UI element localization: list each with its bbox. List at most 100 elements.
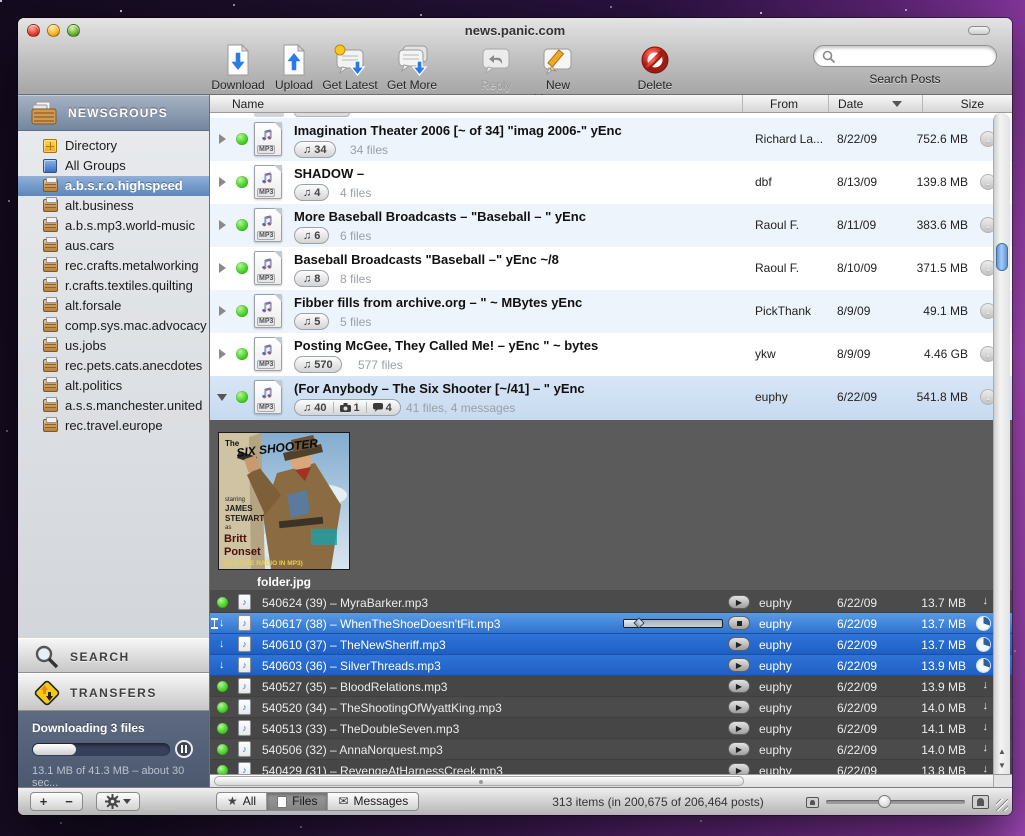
search-section-header[interactable]: SEARCH xyxy=(18,638,209,673)
sidebar: NEWSGROUPS Directory All Groups a.b.s.r.… xyxy=(18,95,210,787)
disclosure-triangle-icon[interactable] xyxy=(219,134,226,144)
downloading-progress-icon xyxy=(977,617,990,630)
thumbnail-size-slider[interactable] xyxy=(826,800,965,804)
sidebar-item-group[interactable]: rec.travel.europe xyxy=(18,416,209,436)
remove-group-button[interactable]: − xyxy=(56,792,83,811)
play-button[interactable]: ▶ xyxy=(728,658,750,672)
play-button[interactable]: ▶ xyxy=(728,763,750,774)
file-row[interactable]: ♪ 540624 (39) – MyraBarker.mp3 ▶ euphy 6… xyxy=(210,592,1012,613)
sidebar-item-group[interactable]: us.jobs xyxy=(18,336,209,356)
window-resize-grip[interactable] xyxy=(996,799,1008,811)
sidebar-item-group[interactable]: a.b.s.r.o.highspeed xyxy=(18,176,209,196)
add-group-button[interactable]: + xyxy=(30,792,57,811)
playback-progress-slider[interactable] xyxy=(623,619,723,628)
stop-button[interactable] xyxy=(728,616,750,630)
files-count-badge: 6 xyxy=(294,227,329,244)
download-file-icon[interactable]: ↓ xyxy=(983,679,989,691)
column-header-name[interactable]: Name xyxy=(232,97,264,111)
sidebar-item-group[interactable]: alt.forsale xyxy=(18,296,209,316)
sidebar-item-group[interactable]: alt.business xyxy=(18,196,209,216)
post-row[interactable]: ♫MP3 Imagination Theater 2006 [~ of 34] … xyxy=(210,118,1012,161)
get-more-button[interactable]: Get More xyxy=(374,43,450,92)
download-file-icon[interactable]: ↓ xyxy=(983,763,989,774)
sidebar-item-group[interactable]: comp.sys.mac.advocacy xyxy=(18,316,209,336)
search-input[interactable] xyxy=(813,45,997,67)
play-button[interactable]: ▶ xyxy=(728,637,750,651)
thumbnail-size-slider-thumb[interactable] xyxy=(878,795,891,808)
svg-text:as: as xyxy=(225,525,231,531)
horizontal-scrollbar-thumb[interactable] xyxy=(214,776,744,786)
get-more-icon xyxy=(374,43,450,76)
sidebar-item-group[interactable]: rec.pets.cats.anecdotes xyxy=(18,356,209,376)
scroll-up-arrow[interactable]: ▲ xyxy=(994,747,1010,756)
newsgroups-header[interactable]: NEWSGROUPS xyxy=(18,95,209,131)
tab-messages[interactable]: ✉Messages xyxy=(328,793,418,810)
download-file-icon[interactable]: ↓ xyxy=(983,595,989,607)
horizontal-scrollbar[interactable] xyxy=(210,774,993,787)
post-row[interactable]: ♫MP3 SHADOW – 4 4 files dbf 8/13/09 139.… xyxy=(210,161,1012,204)
scroll-down-arrow[interactable]: ▼ xyxy=(994,761,1010,770)
column-header-size[interactable]: Size xyxy=(961,97,984,111)
envelope-icon: ✉ xyxy=(338,793,348,810)
sidebar-item-group[interactable]: r.crafts.textiles.quilting xyxy=(18,276,209,296)
folder-jpg-thumbnail[interactable]: The SIX SHOOTER starring JAMES STEWART a… xyxy=(218,432,350,570)
post-row[interactable]: ♫MP3 More Baseball Broadcasts – "Basebal… xyxy=(210,204,1012,247)
disclosure-triangle-icon[interactable] xyxy=(219,263,226,273)
disclosure-triangle-icon[interactable] xyxy=(219,306,226,316)
file-row-downloading[interactable]: ↓ ♪ 540617 (38) – WhenTheShoeDoesn'tFit.… xyxy=(210,613,1012,634)
play-button[interactable]: ▶ xyxy=(728,742,750,756)
download-file-icon[interactable]: ↓ xyxy=(983,700,989,712)
sidebar-item-group[interactable]: alt.politics xyxy=(18,376,209,396)
tab-files[interactable]: Files xyxy=(267,793,328,810)
file-row[interactable]: ♪ 540429 (31) – RevengeAtHarnessCreek.mp… xyxy=(210,760,1012,774)
search-area: Search Posts xyxy=(813,45,997,86)
disclosure-triangle-icon[interactable] xyxy=(219,177,226,187)
app-window: news.panic.com Download Upload Get Lates… xyxy=(18,18,1012,815)
new-status-dot xyxy=(236,133,248,145)
post-row[interactable]: ♫MP3 Posting McGee, They Called Me! – yE… xyxy=(210,333,1012,376)
post-row[interactable]: ♫MP3 Baseball Broadcasts "Baseball –" yE… xyxy=(210,247,1012,290)
file-row-queued[interactable]: ↓ ♪ 540610 (37) – TheNewSheriff.mp3 ▶ eu… xyxy=(210,634,1012,655)
file-row[interactable]: ♪ 540520 (34) – TheShootingOfWyattKing.m… xyxy=(210,697,1012,718)
disclosure-triangle-icon[interactable] xyxy=(219,349,226,359)
newsgroup-icon xyxy=(43,379,58,392)
vertical-scrollbar[interactable]: ▲ ▼ xyxy=(993,113,1010,774)
newsgroup-icon xyxy=(43,399,58,412)
audio-file-icon: ♪ xyxy=(238,762,251,774)
disclosure-triangle-open-icon[interactable] xyxy=(217,394,227,401)
sidebar-item-group[interactable]: a.s.s.manchester.united xyxy=(18,396,209,416)
toolbar-toggle-button[interactable] xyxy=(968,26,990,35)
complete-status-dot xyxy=(217,681,228,692)
sidebar-item-group[interactable]: rec.crafts.metalworking xyxy=(18,256,209,276)
column-header-from[interactable]: From xyxy=(770,97,798,111)
action-menu-button[interactable] xyxy=(96,792,140,811)
download-file-icon[interactable]: ↓ xyxy=(983,721,989,733)
download-file-icon[interactable]: ↓ xyxy=(983,742,989,754)
sidebar-item-group[interactable]: aus.cars xyxy=(18,236,209,256)
newsgroups-crate-icon xyxy=(30,101,58,127)
file-row[interactable]: ♪ 540506 (32) – AnnaNorquest.mp3 ▶ euphy… xyxy=(210,739,1012,760)
file-row-queued[interactable]: ↓ ♪ 540603 (36) – SilverThreads.mp3 ▶ eu… xyxy=(210,655,1012,676)
tab-all[interactable]: ★All xyxy=(217,793,267,810)
delete-button[interactable]: Delete xyxy=(617,43,693,92)
svg-text:Ponset: Ponset xyxy=(224,546,261,558)
sidebar-item-all-groups[interactable]: All Groups xyxy=(18,156,209,176)
sidebar-item-directory[interactable]: Directory xyxy=(18,136,209,156)
play-button[interactable]: ▶ xyxy=(728,721,750,735)
vertical-scrollbar-thumb[interactable] xyxy=(996,243,1008,271)
post-row-selected[interactable]: ♫MP3 (For Anybody – The Six Shooter [~/4… xyxy=(210,376,1012,420)
sidebar-item-group[interactable]: a.b.s.mp3.world-music xyxy=(18,216,209,236)
files-count-badge: 34 xyxy=(294,141,336,158)
transfers-section-header[interactable]: TRANSFERS xyxy=(18,673,209,711)
svg-text:STEWART: STEWART xyxy=(225,514,264,523)
thumbnail-caption: folder.jpg xyxy=(218,575,350,589)
play-button[interactable]: ▶ xyxy=(728,700,750,714)
file-row[interactable]: ♪ 540527 (35) – BloodRelations.mp3 ▶ eup… xyxy=(210,676,1012,697)
play-button[interactable]: ▶ xyxy=(728,595,750,609)
disclosure-triangle-icon[interactable] xyxy=(219,220,226,230)
pause-button[interactable] xyxy=(175,740,193,758)
post-row[interactable]: ♫MP3 Fibber fills from archive.org – " ~… xyxy=(210,290,1012,333)
column-header-date[interactable]: Date xyxy=(838,97,863,111)
file-row[interactable]: ♪ 540513 (33) – TheDoubleSeven.mp3 ▶ eup… xyxy=(210,718,1012,739)
play-button[interactable]: ▶ xyxy=(728,679,750,693)
